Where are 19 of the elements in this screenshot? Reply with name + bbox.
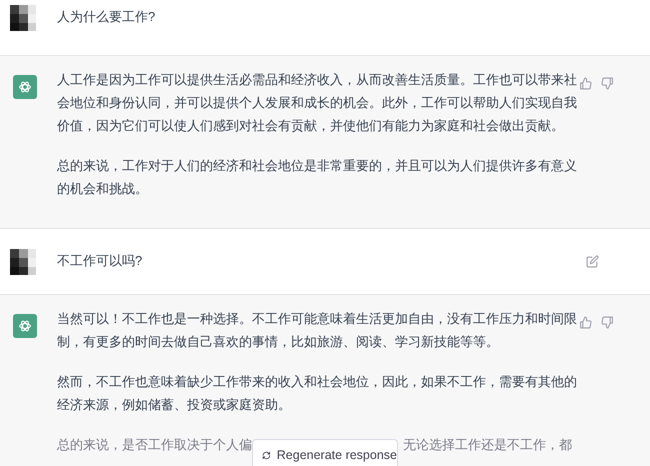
thumbs-down-icon[interactable] — [601, 316, 614, 329]
assistant-avatar-icon — [13, 75, 37, 99]
message-text: 人为什么要工作? — [57, 8, 156, 26]
message-paragraph: 然而，不工作也意味着缺少工作带来的收入和社会地位，因此，如果不工作，需要有其他的经济来源，例如储蓄、投资或家庭资助。 — [57, 373, 578, 414]
thumbs-up-icon[interactable] — [579, 316, 592, 329]
thumbs-up-icon[interactable] — [579, 77, 592, 90]
edit-icon[interactable] — [586, 255, 599, 268]
message-paragraph: 总的来说，工作对于人们的经济和社会地位是非常重要的，并且可以为人们提供许多有意义的机会和挑战。 — [57, 157, 578, 198]
thumbs-down-icon[interactable] — [601, 77, 614, 90]
refresh-icon — [262, 450, 271, 461]
user-avatar-icon — [10, 249, 36, 275]
message-paragraph: 当然可以！不工作也是一种选择。不工作可能意味着生活更加自由，没有工作压力和时间限制，有更多的时间去做自己喜欢的事情，比如旅游、阅读、学习新技能等等。 — [57, 310, 578, 351]
regenerate-response-button[interactable]: Regenerate response — [252, 439, 398, 466]
assistant-avatar-icon — [13, 314, 37, 338]
message-paragraph-fragment: 总的来说，是否工作取决于个人偏 — [57, 436, 252, 454]
message-paragraph-fragment: 无论选择工作还是不工作，都 — [403, 436, 572, 454]
user-avatar-icon — [10, 5, 36, 31]
message-text: 不工作可以吗? — [57, 252, 142, 270]
message-paragraph: 人工作是因为工作可以提供生活必需品和经济收入，从而改善生活质量。工作也可以带来社会地位和身份认同，并可以提供个人发展和成长的机会。此外，工作可以帮助人们实现自我价值，因为它们可以使人们感到对社会有贡献，并使他们有能力为家庭和社会做出贡献。 — [57, 71, 578, 135]
